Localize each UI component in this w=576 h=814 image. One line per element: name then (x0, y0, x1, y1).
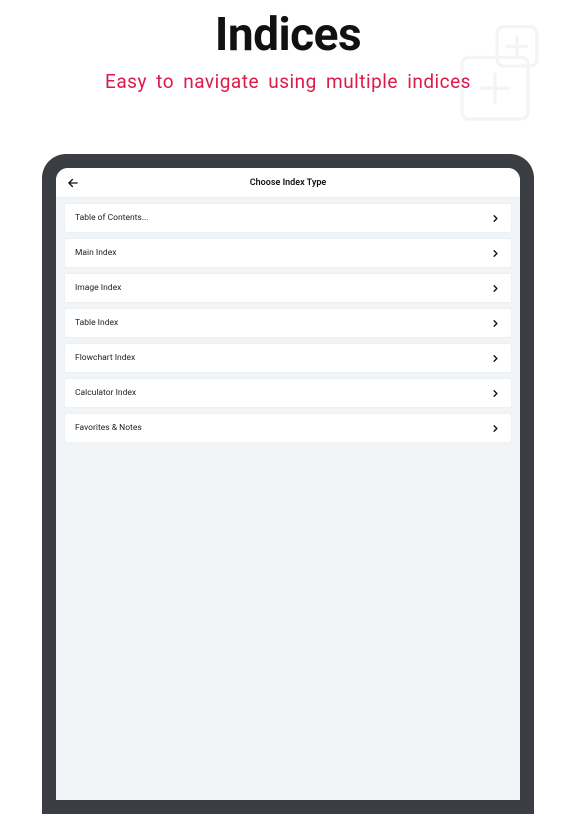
chevron-right-icon (489, 247, 501, 259)
list-item-table[interactable]: Table Index (64, 308, 512, 338)
chevron-right-icon (489, 212, 501, 224)
list-item-label: Image Index (75, 283, 121, 293)
chevron-right-icon (489, 317, 501, 329)
chevron-right-icon (489, 352, 501, 364)
list-item-label: Table Index (75, 318, 118, 328)
nav-title: Choose Index Type (66, 178, 510, 188)
list-item-image[interactable]: Image Index (64, 273, 512, 303)
promo-title: Indices (0, 8, 576, 62)
list-item-label: Main Index (75, 248, 116, 258)
chevron-right-icon (489, 422, 501, 434)
chevron-right-icon (489, 282, 501, 294)
navigation-bar: Choose Index Type (56, 168, 520, 198)
list-item-main[interactable]: Main Index (64, 238, 512, 268)
list-item-label: Table of Contents... (75, 213, 149, 223)
list-item-toc[interactable]: Table of Contents... (64, 203, 512, 233)
back-button[interactable] (66, 176, 80, 190)
list-item-label: Calculator Index (75, 388, 136, 398)
arrow-left-icon (66, 176, 80, 190)
tablet-screen: Choose Index Type Table of Contents... M… (56, 168, 520, 800)
list-item-favorites[interactable]: Favorites & Notes (64, 413, 512, 443)
list-item-flowchart[interactable]: Flowchart Index (64, 343, 512, 373)
index-list: Table of Contents... Main Index Image In… (56, 198, 520, 800)
list-item-label: Favorites & Notes (75, 423, 142, 433)
tablet-frame: Choose Index Type Table of Contents... M… (42, 154, 534, 814)
promo-subtitle: Easy to navigate using multiple indices (0, 70, 576, 93)
list-item-calculator[interactable]: Calculator Index (64, 378, 512, 408)
list-item-label: Flowchart Index (75, 353, 135, 363)
chevron-right-icon (489, 387, 501, 399)
